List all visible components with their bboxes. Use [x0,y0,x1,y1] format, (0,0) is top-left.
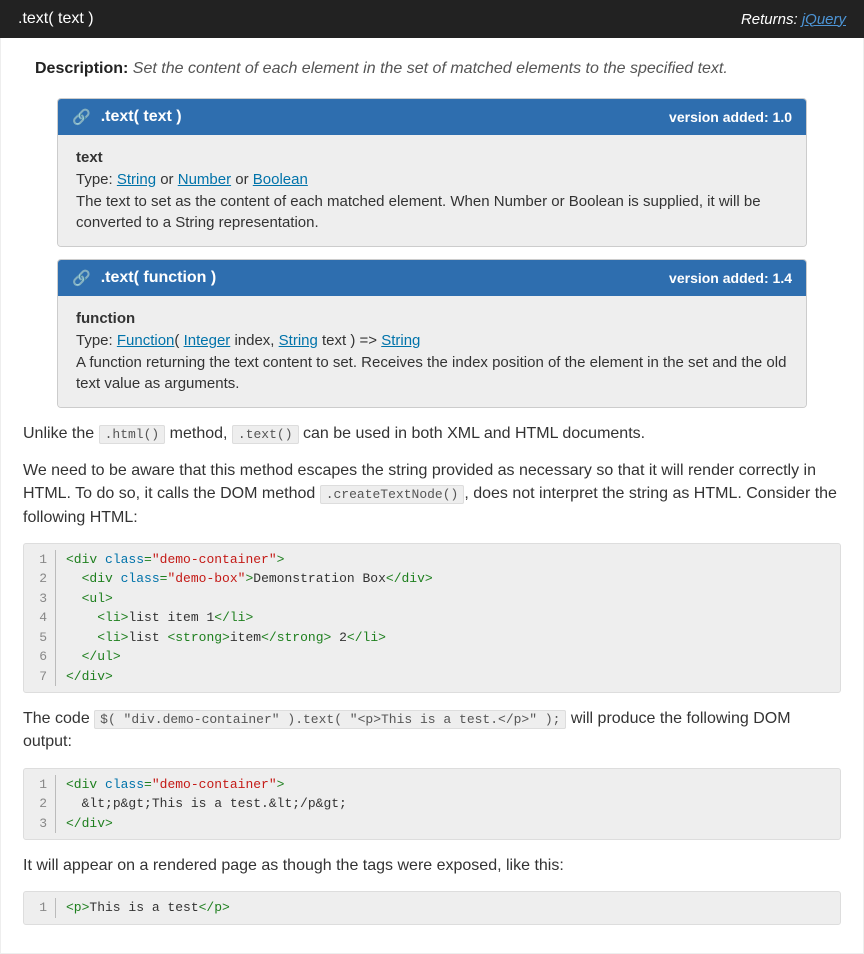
paragraph: It will appear on a rendered page as tho… [23,854,841,877]
method-header: .text( text ) Returns: jQuery [0,0,864,38]
type-link[interactable]: String [279,332,318,349]
line-number: 6 [34,647,56,667]
inline-code: .html() [99,425,166,444]
type-link[interactable]: Integer [184,332,231,349]
method-title: .text( text ) [18,10,94,28]
paragraph: Unlike the .html() method, .text() can b… [23,422,841,445]
link-icon[interactable]: 🔗 [72,269,91,287]
description: Description: Set the content of each ele… [35,60,829,78]
signature-body: function Type: Function( Integer index, … [58,296,806,407]
returns-type-link[interactable]: jQuery [802,11,846,28]
line-number: 7 [34,667,56,687]
inline-code: .createTextNode() [320,485,465,504]
returns-label: Returns: [741,11,798,28]
description-text: Set the content of each element in the s… [133,60,728,77]
param-type: Type: String or Number or Boolean [76,169,788,191]
line-number: 1 [34,775,56,795]
type-link[interactable]: Function [117,332,175,349]
line-number: 2 [34,569,56,589]
signature-name: .text( text ) [101,108,669,126]
param-desc: The text to set as the content of each m… [76,191,788,235]
code-block: 1<div class="demo-container"> 2 <div cla… [23,543,841,694]
signature-body: text Type: String or Number or Boolean T… [58,135,806,246]
param-name: function [76,308,788,330]
inline-code: $( "div.demo-container" ).text( "<p>This… [94,710,566,729]
version-added: version added: 1.4 [669,270,792,286]
line-number: 5 [34,628,56,648]
long-description: Unlike the .html() method, .text() can b… [21,422,843,925]
type-link[interactable]: String [381,332,420,349]
version-added: version added: 1.0 [669,109,792,125]
signature-name: .text( function ) [101,269,669,287]
signature-header: 🔗 .text( function ) version added: 1.4 [58,260,806,296]
code-block: 1<p>This is a test</p> [23,891,841,925]
type-link[interactable]: String [117,171,156,188]
type-link[interactable]: Boolean [253,171,308,188]
link-icon[interactable]: 🔗 [72,108,91,126]
line-number: 1 [34,898,56,918]
returns: Returns: jQuery [741,11,846,28]
signature-box: 🔗 .text( function ) version added: 1.4 f… [57,259,807,408]
line-number: 3 [34,814,56,834]
signature-header: 🔗 .text( text ) version added: 1.0 [58,99,806,135]
line-number: 2 [34,794,56,814]
param-name: text [76,147,788,169]
description-label: Description: [35,60,128,77]
code-block: 1<div class="demo-container"> 2 &lt;p&gt… [23,768,841,841]
paragraph: We need to be aware that this method esc… [23,459,841,529]
paragraph: The code $( "div.demo-container" ).text(… [23,707,841,753]
param-desc: A function returning the text content to… [76,352,788,396]
line-number: 3 [34,589,56,609]
inline-code: .text() [232,425,299,444]
line-number: 1 [34,550,56,570]
signature-box: 🔗 .text( text ) version added: 1.0 text … [57,98,807,247]
type-link[interactable]: Number [178,171,231,188]
line-number: 4 [34,608,56,628]
param-type: Type: Function( Integer index, String te… [76,330,788,352]
